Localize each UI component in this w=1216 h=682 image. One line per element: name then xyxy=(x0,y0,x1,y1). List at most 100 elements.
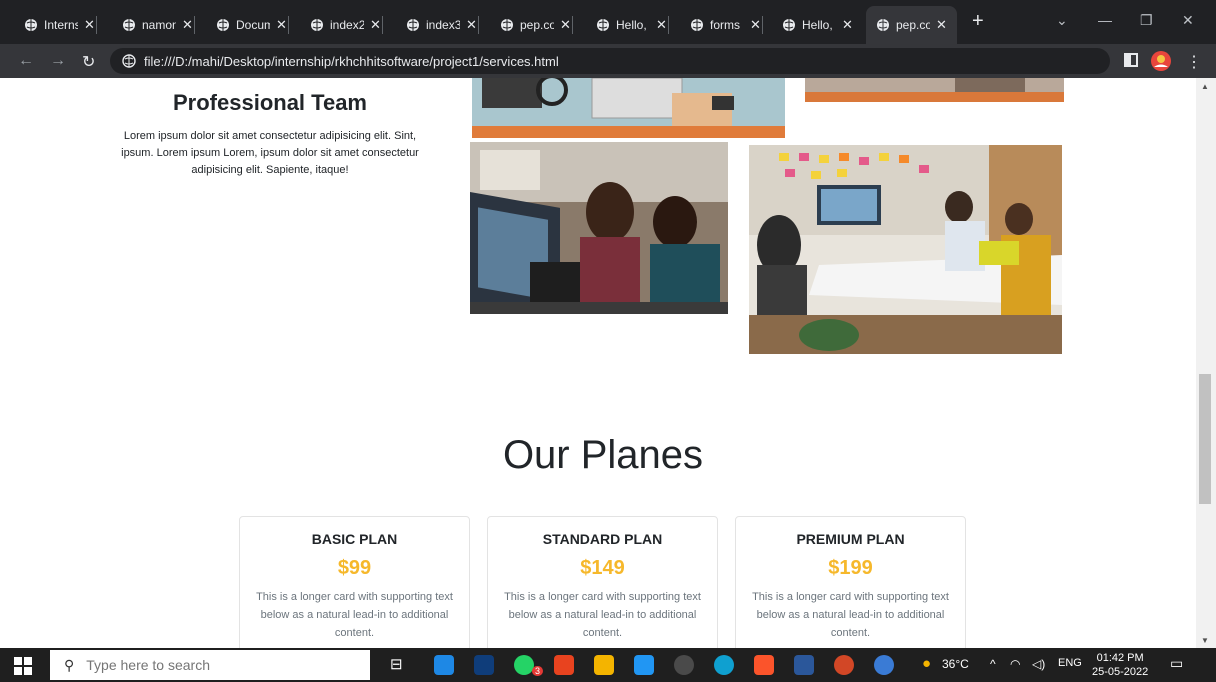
whatsapp-icon[interactable] xyxy=(514,655,534,675)
taskbar-search[interactable]: ⚲ xyxy=(50,650,370,680)
globe-icon xyxy=(25,19,37,31)
task-view-icon[interactable]: ⊟ xyxy=(390,655,403,673)
team-heading: Professional Team xyxy=(173,90,367,115)
close-icon[interactable]: ✕ xyxy=(276,17,287,33)
tab-search-icon[interactable]: ⌄ xyxy=(1056,12,1068,29)
taskbar-search-input[interactable] xyxy=(84,656,349,674)
tab-label: Hello, xyxy=(616,18,647,32)
close-icon[interactable]: ✕ xyxy=(560,17,571,33)
vscode-icon[interactable] xyxy=(634,655,654,675)
globe-icon xyxy=(311,19,323,31)
scroll-down-icon[interactable]: ▼ xyxy=(1201,636,1209,645)
new-tab-button[interactable]: + xyxy=(972,10,984,33)
windows-start-icon[interactable] xyxy=(14,657,32,675)
tab-index2[interactable]: index2 ✕ xyxy=(310,6,383,44)
tab-pep-active[interactable]: pep.co ✕ xyxy=(866,6,957,44)
wifi-icon[interactable]: ◠ xyxy=(1010,657,1020,671)
close-icon[interactable]: ✕ xyxy=(466,17,477,33)
plan-price: $149 xyxy=(580,557,625,579)
address-bar[interactable]: file:///D:/mahi/Desktop/internship/rkhch… xyxy=(110,48,1110,74)
tab-forms[interactable]: forms ✕ xyxy=(690,6,763,44)
close-icon[interactable]: ✕ xyxy=(842,17,853,33)
living-room-photo xyxy=(805,78,1064,102)
close-window-button[interactable]: ✕ xyxy=(1182,12,1194,29)
tab-namon[interactable]: namon ✕ xyxy=(122,6,195,44)
page-scrollbar[interactable]: ▲ ▼ xyxy=(1196,78,1216,648)
tab-pep-1[interactable]: pep.co ✕ xyxy=(500,6,573,44)
globe-icon xyxy=(217,19,229,31)
plan-price: $199 xyxy=(828,557,873,579)
tab-index3[interactable]: index3 ✕ xyxy=(406,6,479,44)
chevron-up-icon[interactable]: ^ xyxy=(990,657,996,671)
plan-price: $99 xyxy=(337,557,372,579)
tab-label: Interns xyxy=(44,18,78,32)
tab-hello-2[interactable]: Hello, ✕ xyxy=(782,6,853,44)
help-icon[interactable] xyxy=(874,655,894,675)
tab-label: pep.co xyxy=(520,18,554,32)
weather-icon[interactable]: ● xyxy=(922,655,931,672)
plan-description: This is a longer card with supporting te… xyxy=(256,591,453,639)
meeting-room-photo xyxy=(749,145,1062,354)
browser-tab-strip: Interns ✕ namon ✕ Docum ✕ index2 ✕ index… xyxy=(0,0,1216,44)
team-computer-photo xyxy=(470,142,728,314)
chrome-icon[interactable] xyxy=(674,655,694,675)
tab-hello-1[interactable]: Hello, ✕ xyxy=(596,6,669,44)
tab-separator xyxy=(667,16,669,34)
browser-toolbar: ← → ↻ file:///D:/mahi/Desktop/internship… xyxy=(0,44,1216,78)
plan-description: This is a longer card with supporting te… xyxy=(752,591,949,639)
tab-separator xyxy=(287,16,289,34)
system-clock[interactable]: 01:42 PM 25-05-2022 xyxy=(1092,651,1148,679)
side-panel-icon[interactable] xyxy=(1124,53,1138,67)
close-icon[interactable]: ✕ xyxy=(182,17,193,33)
mail-app-icon[interactable] xyxy=(434,655,454,675)
tab-separator xyxy=(95,16,97,34)
back-icon[interactable]: ← xyxy=(18,52,34,70)
tab-separator xyxy=(477,16,479,34)
plan-card-basic: BASIC PLAN $99 This is a longer card wit… xyxy=(239,516,470,648)
tab-interns[interactable]: Interns ✕ xyxy=(24,6,97,44)
scroll-up-icon[interactable]: ▲ xyxy=(1201,82,1209,91)
site-info-icon[interactable] xyxy=(122,54,136,68)
office-app-icon[interactable] xyxy=(554,655,574,675)
tab-docum[interactable]: Docum ✕ xyxy=(216,6,289,44)
restore-button[interactable]: ❐ xyxy=(1140,12,1153,29)
close-icon[interactable]: ✕ xyxy=(750,17,761,33)
close-icon[interactable]: ✕ xyxy=(656,17,667,33)
web-page: Professional Team Lorem ipsum dolor sit … xyxy=(0,78,1196,648)
close-icon[interactable]: ✕ xyxy=(370,17,381,33)
globe-icon xyxy=(877,19,889,31)
globe-icon xyxy=(783,19,795,31)
plans-heading: Our Planes xyxy=(502,433,704,477)
tab-label: Docum xyxy=(236,18,270,32)
profile-avatar-icon[interactable] xyxy=(1150,50,1172,72)
minimize-button[interactable]: — xyxy=(1098,12,1112,28)
search-icon: ⚲ xyxy=(64,656,75,673)
file-explorer-icon[interactable] xyxy=(594,655,614,675)
clock-time: 01:42 PM xyxy=(1096,652,1144,664)
close-icon[interactable]: ✕ xyxy=(936,17,947,33)
scrollbar-thumb[interactable] xyxy=(1199,374,1211,504)
dev-app-icon[interactable] xyxy=(474,655,494,675)
url-text: file:///D:/mahi/Desktop/internship/rkhch… xyxy=(144,53,559,69)
edge-icon[interactable] xyxy=(714,655,734,675)
tab-separator xyxy=(571,16,573,34)
tab-separator xyxy=(193,16,195,34)
plan-card-premium: PREMIUM PLAN $199 This is a longer card … xyxy=(735,516,966,648)
office-desk-photo xyxy=(472,78,785,138)
notification-center-icon[interactable]: ▭ xyxy=(1170,655,1183,672)
powerpoint-icon[interactable] xyxy=(834,655,854,675)
reload-icon[interactable]: ↻ xyxy=(82,52,95,72)
close-icon[interactable]: ✕ xyxy=(84,17,95,33)
speaker-icon[interactable]: ◁) xyxy=(1032,657,1045,671)
word-icon[interactable] xyxy=(794,655,814,675)
notification-badge: 3 xyxy=(532,666,544,676)
menu-icon[interactable]: ⋮ xyxy=(1186,52,1202,72)
tab-label: forms xyxy=(710,18,740,32)
globe-icon xyxy=(597,19,609,31)
forward-icon[interactable]: → xyxy=(50,52,66,70)
globe-icon xyxy=(501,19,513,31)
weather-temperature[interactable]: 36°C xyxy=(942,657,969,671)
brave-icon[interactable] xyxy=(754,655,774,675)
tab-label: pep.co xyxy=(896,18,930,32)
language-indicator[interactable]: ENG xyxy=(1058,657,1082,669)
